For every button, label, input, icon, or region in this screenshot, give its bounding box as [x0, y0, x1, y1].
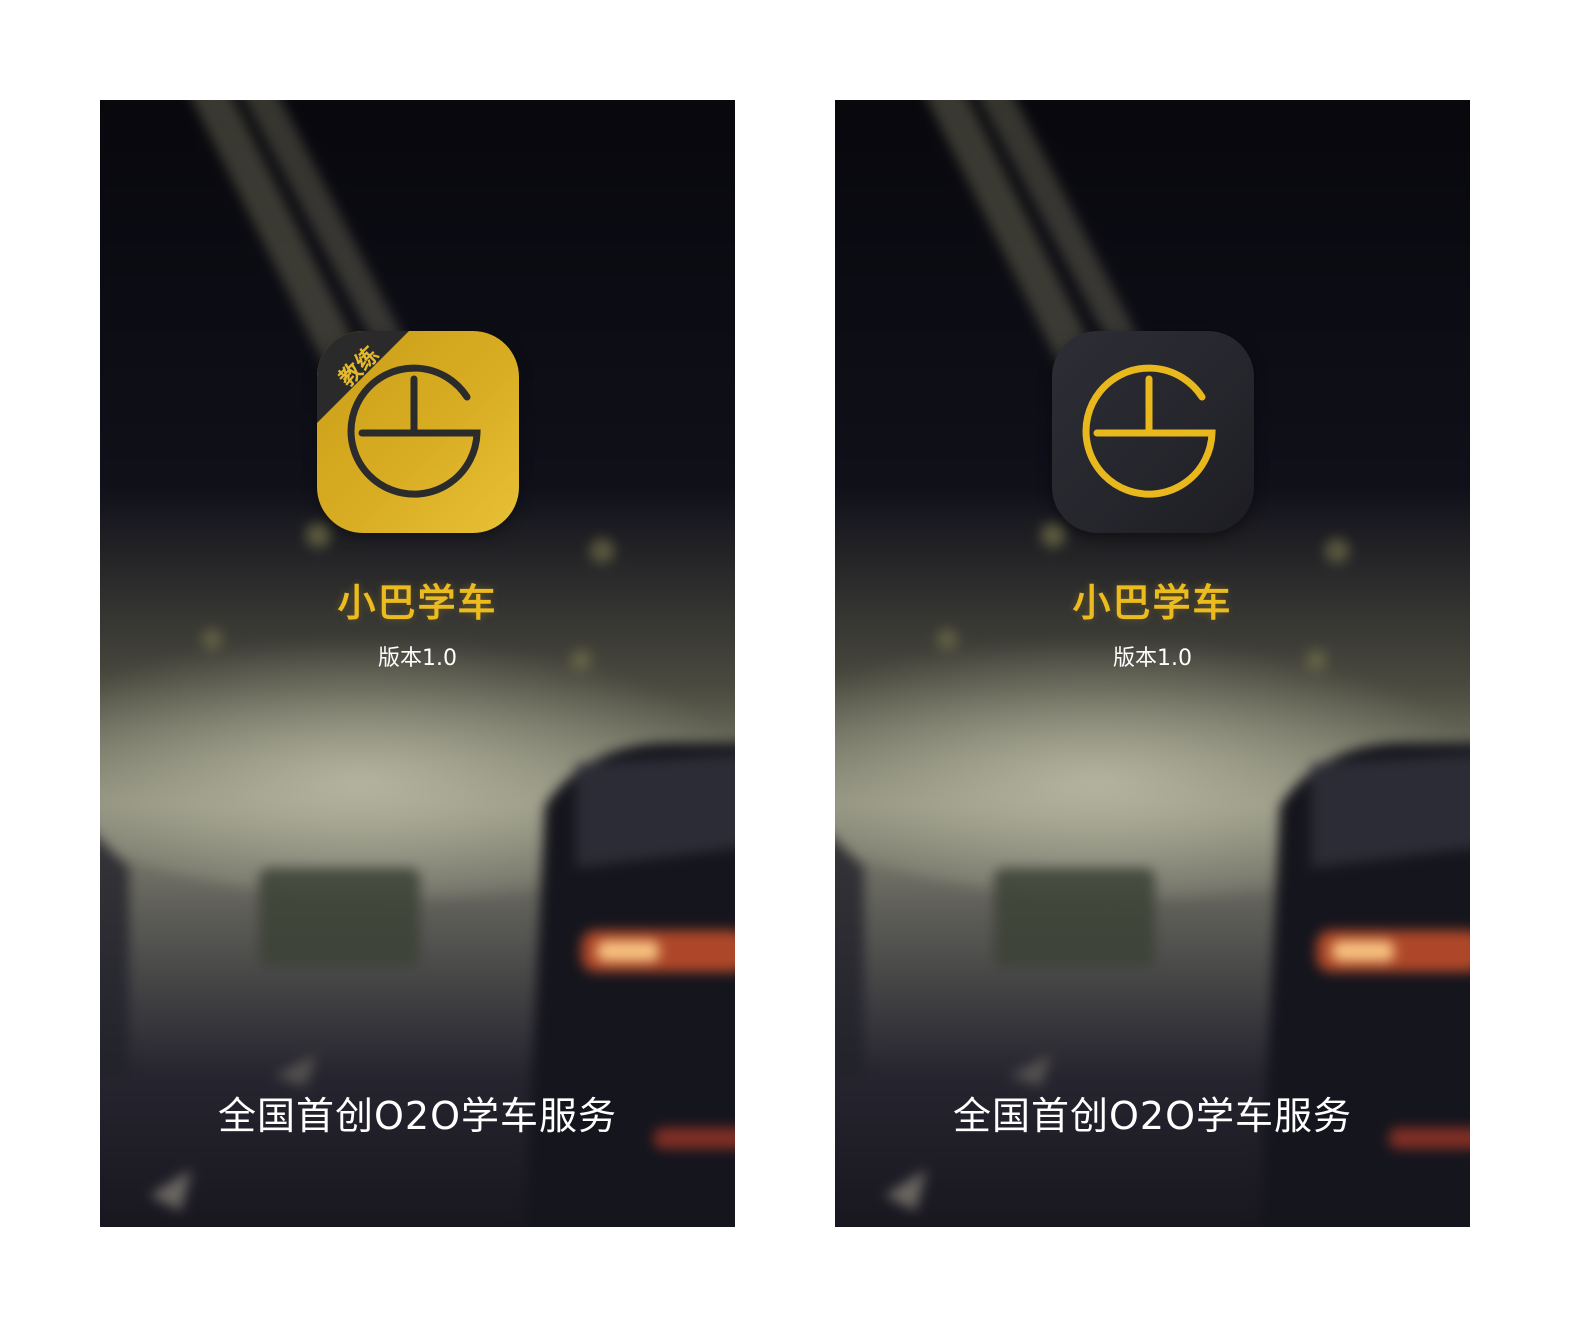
app-version: 版本1.0 — [378, 646, 457, 671]
app-icon: 教练 — [317, 331, 519, 533]
app-name: 小巴学车 — [1072, 581, 1233, 625]
slogan: 全国首创O2O学车服务 — [218, 1094, 617, 1138]
bus-logo-icon — [1082, 364, 1216, 498]
slogan: 全国首创O2O学车服务 — [953, 1094, 1352, 1138]
app-icon — [1052, 331, 1254, 533]
splash-screen-coach: 教练 小巴学车 版本1.0 全国首创O2O学车服务 — [100, 100, 735, 1227]
splash-screen-student: 小巴学车 版本1.0 全国首创O2O学车服务 — [835, 100, 1470, 1227]
app-name: 小巴学车 — [337, 581, 498, 625]
app-version: 版本1.0 — [1113, 646, 1192, 671]
